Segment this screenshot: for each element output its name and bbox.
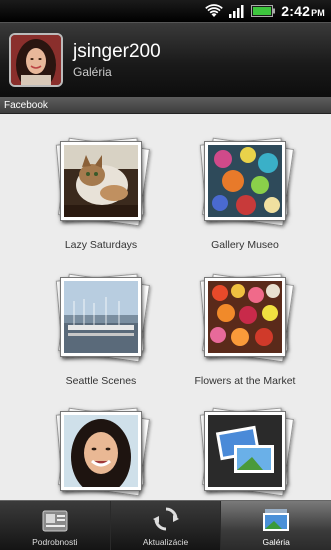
album-cover (204, 411, 286, 491)
battery-icon (251, 5, 276, 17)
tab-updates[interactable]: Aktualizácie (111, 501, 222, 550)
album-cover (60, 277, 142, 357)
wifi-icon (205, 4, 224, 18)
avatar[interactable] (9, 33, 63, 87)
refresh-icon (152, 506, 179, 534)
tab-label: Galéria (262, 537, 290, 547)
clock: 2:42PM (281, 3, 325, 19)
album-title: Seattle Scenes (65, 375, 137, 387)
status-bar: 2:42PM (0, 0, 331, 22)
signal-icon (229, 4, 245, 18)
album-title: Lazy Saturdays (64, 239, 138, 251)
tab-details[interactable]: Podrobnosti (0, 501, 111, 550)
album-cover (204, 141, 286, 221)
section-header: Facebook (0, 97, 331, 114)
album-cover (60, 141, 142, 221)
tab-gallery[interactable]: Galéria (221, 501, 331, 550)
profile-username: jsinger200 (73, 41, 161, 62)
album-grid: Lazy Saturdays Gallery Museo Seattle Sce… (0, 114, 331, 500)
gallery-icon (262, 508, 290, 534)
album-cover (204, 277, 286, 357)
details-icon (42, 510, 68, 534)
tab-label: Podrobnosti (32, 537, 78, 547)
header: jsinger200 Galéria (0, 22, 331, 97)
bottom-tab-bar: Podrobnosti Aktualizácie Galéria (0, 500, 331, 550)
album-cover (60, 411, 142, 491)
album-title: Gallery Museo (211, 239, 279, 251)
album-seattle-scenes[interactable]: Seattle Scenes (31, 273, 171, 387)
album-title: Flowers at the Market (194, 375, 296, 387)
album-gallery-museo[interactable]: Gallery Museo (175, 137, 315, 251)
tab-label: Aktualizácie (142, 537, 189, 547)
page-subtitle: Galéria (73, 65, 112, 79)
album-videos[interactable] (175, 407, 315, 500)
album-portrait[interactable] (31, 407, 171, 500)
album-lazy-saturdays[interactable]: Lazy Saturdays (31, 137, 171, 251)
album-flowers-at-the-market[interactable]: Flowers at the Market (175, 273, 315, 387)
